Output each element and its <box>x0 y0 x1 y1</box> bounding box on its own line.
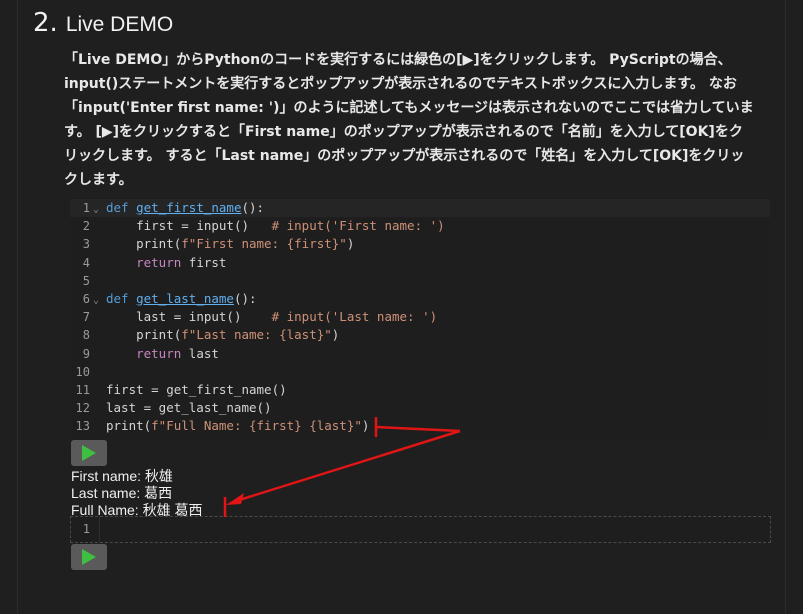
description-line: input()ステートメントを実行するとポップアップが表示されるのでテキストボッ… <box>64 76 737 92</box>
code-text: print(f"First name: {first}") <box>106 235 354 253</box>
code-line: 1 ⌄ def get_first_name(): <box>70 199 770 217</box>
function-name: get_first_name <box>136 200 242 215</box>
code-text: return first <box>106 254 226 272</box>
arrow-segment <box>235 429 461 503</box>
line-number: 4 <box>82 255 90 270</box>
keyword: def <box>106 291 137 306</box>
code-token: (): <box>233 291 257 306</box>
code-text: last = get_last_name() <box>106 399 272 417</box>
description-line: リックします。 すると「Last name」のポップアップが表示されるので「姓名… <box>64 148 745 164</box>
section-title: Live DEMO <box>65 13 174 36</box>
code-token: last = input() <box>136 309 272 325</box>
code-token: print( <box>136 236 182 252</box>
output-line: Last name: 葛西 <box>71 485 173 501</box>
code-text: first = input() # input('First name: ') <box>106 217 445 235</box>
code-line: 5 <box>70 272 770 290</box>
code-line: 6 ⌄ def get_last_name(): <box>70 290 770 308</box>
section-heading: 2. Live DEMO <box>33 8 173 38</box>
code-token: print( <box>136 327 182 343</box>
function-name: get_last_name <box>136 291 234 306</box>
line-number: 1 <box>82 522 90 536</box>
code-line: 11 first = get_first_name() <box>70 381 770 399</box>
line-number: 6 <box>82 292 90 306</box>
line-number: 3 <box>82 237 90 252</box>
line-number: 5 <box>82 273 90 288</box>
code-line: 13 print(f"Full Name: {first} {last}") <box>70 417 770 435</box>
keyword: def <box>106 200 137 215</box>
line-number: 10 <box>75 364 90 379</box>
code-line: 12 last = get_last_name() <box>70 399 770 417</box>
code-comment: # input('First name: ') <box>271 218 445 234</box>
code-token: print( <box>106 418 152 434</box>
code-line: 7 last = input() # input('Last name: ') <box>70 308 770 326</box>
description-line: す。 [▶]をクリックすると「First name」のポップアップが表示されるの… <box>64 124 743 140</box>
code-line: 8 print(f"Last name: {last}") <box>70 326 770 344</box>
run-button-2[interactable] <box>71 544 107 570</box>
code-token: first = input() <box>136 218 272 234</box>
code-token: last <box>181 345 219 361</box>
code-line: 3 print(f"First name: {first}") <box>70 235 770 253</box>
string-literal: f"Full Name: {first} {last}" <box>151 418 362 434</box>
play-icon <box>82 445 96 461</box>
line-number: 1 <box>82 201 90 215</box>
code-line: 9 return last <box>70 345 770 363</box>
code-text: def get_first_name(): <box>106 199 264 217</box>
line-number: 7 <box>82 310 90 325</box>
line-number: 11 <box>75 383 90 397</box>
description-line: クします。 <box>64 172 133 188</box>
code-token: ) <box>346 236 355 252</box>
code-line: 2 first = input() # input('First name: '… <box>70 217 770 235</box>
code-line: 10 <box>70 363 770 381</box>
code-text: def get_last_name(): <box>106 290 257 308</box>
run-button[interactable] <box>71 440 107 466</box>
line-number: 8 <box>82 328 90 343</box>
line-number: 2 <box>82 219 90 234</box>
string-literal: f"Last name: {last}" <box>181 327 332 343</box>
code-token: ) <box>331 327 340 343</box>
empty-code-editor[interactable]: 1 <box>70 516 771 543</box>
code-text: print(f"Full Name: {first} {last}") <box>106 417 369 435</box>
play-icon <box>82 549 96 565</box>
code-token: first <box>181 254 227 270</box>
panel-left-border <box>17 0 18 614</box>
gutter-divider <box>99 517 100 542</box>
line-number: 9 <box>82 346 90 361</box>
arrow-head <box>226 493 244 505</box>
code-editor[interactable]: 1 ⌄ def get_first_name(): 2 first = input()… <box>70 198 770 438</box>
code-text: print(f"Last name: {last}") <box>106 326 339 344</box>
panel-right-border <box>785 0 786 614</box>
code-token: ) <box>361 418 370 434</box>
code-text: return last <box>106 345 219 363</box>
description-line: 「Live DEMO」からPythonのコードを実行するには緑色の[▶]をクリッ… <box>64 52 732 68</box>
code-comment: # input('Last name: ') <box>271 309 438 325</box>
code-text: first = get_first_name() <box>106 381 287 399</box>
keyword: return <box>136 345 182 361</box>
description-line: 「input('Enter first name: ')」のように記述してもメッ… <box>64 100 754 116</box>
description: 「Live DEMO」からPythonのコードを実行するには緑色の[▶]をクリッ… <box>64 48 774 192</box>
code-text: last = input() # input('Last name: ') <box>106 308 437 326</box>
code-token: first = get_first_name() <box>106 382 287 397</box>
output-area: First name: 秋雄 Last name: 葛西 Full Name: … <box>71 468 202 519</box>
code-token: last = get_last_name() <box>106 400 272 416</box>
output-line: First name: 秋雄 <box>71 468 173 484</box>
keyword: return <box>136 254 182 270</box>
code-token: (): <box>241 200 265 215</box>
line-number: 12 <box>75 401 90 416</box>
string-literal: f"First name: {first}" <box>181 236 347 252</box>
line-number: 13 <box>75 419 90 434</box>
section-number: 2. <box>33 8 58 38</box>
code-line: 4 return first <box>70 254 770 272</box>
